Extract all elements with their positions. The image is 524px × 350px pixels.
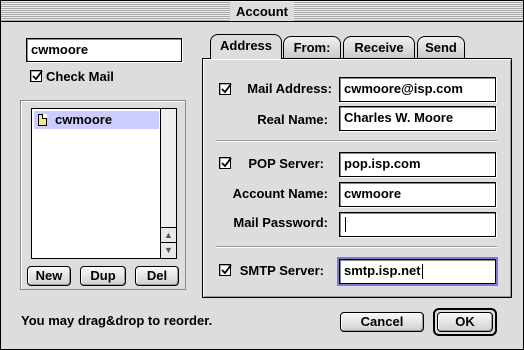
account-list-group: cwmoore ▲ ▼ New Dup Del [20,100,186,290]
account-name-field[interactable]: cwmoore [339,182,496,207]
check-mail-checkbox[interactable] [30,70,43,82]
list-item-label: cwmoore [55,112,113,127]
title-bar[interactable]: Account [1,1,523,22]
section-divider [216,140,497,142]
smtp-server-value: smtp.isp.net [344,263,421,278]
list-scrollbar[interactable]: ▲ ▼ [160,109,176,258]
cancel-button[interactable]: Cancel [340,312,424,332]
tab-receive[interactable]: Receive [343,36,415,59]
mail-address-field[interactable]: cwmoore@isp.com [339,77,496,102]
pop-server-field[interactable]: pop.isp.com [339,152,496,177]
status-text: You may drag&drop to reorder. [21,313,213,328]
account-list[interactable]: cwmoore ▲ ▼ [31,108,177,259]
ok-button[interactable]: OK [437,312,493,332]
tab-address[interactable]: Address [210,34,282,59]
account-name-label: Account Name: [232,186,328,201]
checkmark-icon [221,264,232,275]
new-button[interactable]: New [27,266,71,286]
check-mail-label: Check Mail [46,69,114,84]
list-item[interactable]: cwmoore [34,111,159,129]
mail-password-label: Mail Password: [233,215,328,230]
tab-send[interactable]: Send [417,36,465,59]
scroll-down-arrow-icon[interactable]: ▼ [161,242,176,257]
smtp-server-label: SMTP Server: [239,263,324,278]
account-file-icon [38,114,47,126]
checkmark-icon [221,157,232,168]
account-window: Account cwmoore Check Mail cwmoore ▲ ▼ N… [0,0,524,350]
window-title: Account [230,2,294,21]
smtp-server-field[interactable]: smtp.isp.net [337,257,498,286]
account-name-input[interactable]: cwmoore [26,38,182,62]
text-caret [421,264,423,280]
real-name-label: Real Name: [257,112,328,127]
dup-button[interactable]: Dup [80,266,126,286]
pop-server-checkbox[interactable] [219,157,232,169]
text-caret [345,217,346,233]
mail-address-label: Mail Address: [247,81,332,96]
scroll-up-arrow-icon[interactable]: ▲ [161,227,176,242]
checkmark-icon [32,70,43,81]
pop-server-label: POP Server: [248,156,324,171]
del-button[interactable]: Del [135,266,179,286]
tab-from[interactable]: From: [283,36,341,59]
mail-address-checkbox[interactable] [219,83,232,95]
mail-password-field[interactable] [339,212,496,237]
real-name-field[interactable]: Charles W. Moore [339,106,496,131]
section-divider [216,246,497,248]
checkmark-icon [221,83,232,94]
smtp-server-checkbox[interactable] [219,264,232,276]
